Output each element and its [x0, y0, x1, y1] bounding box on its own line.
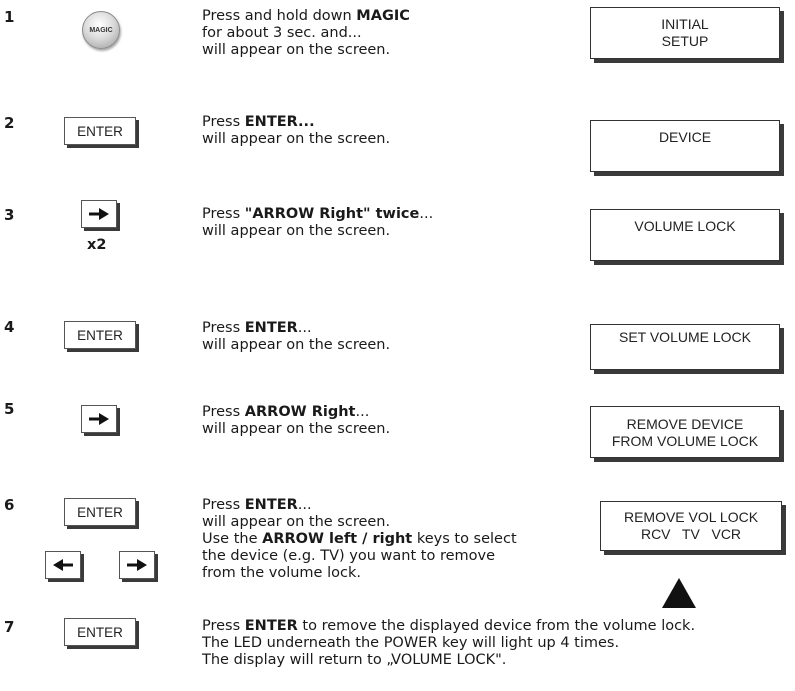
- instruction-line: the device (e.g. TV) you want to remove: [202, 548, 496, 564]
- arrow-right-button[interactable]: [81, 200, 117, 228]
- display-line: REMOVE VOL LOCK: [623, 509, 759, 525]
- text-segment: ...: [297, 320, 312, 336]
- instruction-line: Press and hold down MAGIC: [202, 8, 410, 25]
- display-line: VOLUME LOCK: [634, 218, 736, 234]
- step-number: 2: [4, 114, 15, 132]
- text-segment: Press: [202, 320, 245, 336]
- text-segment: Press and hold down: [202, 8, 357, 24]
- display-line: DEVICE: [658, 129, 712, 145]
- magic-button[interactable]: MAGIC: [82, 11, 120, 49]
- instruction-line: Press ENTER...: [202, 114, 390, 131]
- arrow-left-icon: [53, 559, 73, 571]
- instruction-line: will appear on the screen.: [202, 223, 391, 239]
- step-number: 6: [4, 496, 15, 514]
- step-number: 3: [4, 206, 15, 224]
- display-line: FROM VOLUME LOCK: [611, 433, 759, 449]
- step-instruction: Press ENTER to remove the displayed devi…: [202, 618, 695, 669]
- screen-display: REMOVE VOL LOCK RCV TV VCR: [600, 501, 782, 551]
- step-instruction: Press ARROW Right... will appear on the …: [202, 404, 390, 438]
- step-instruction: Press ENTER... will appear on the screen…: [202, 114, 390, 148]
- display-line: SETUP: [661, 33, 709, 49]
- step-instruction: Press and hold down MAGIC for about 3 se…: [202, 8, 410, 59]
- step-number: 1: [4, 8, 15, 26]
- text-segment: Press: [202, 114, 245, 130]
- bold-text: MAGIC: [356, 8, 410, 24]
- screen-display: SET VOLUME LOCK: [590, 324, 780, 370]
- arrow-left-button[interactable]: [45, 551, 81, 579]
- instruction-line: for about 3 sec. and...: [202, 25, 362, 41]
- screen-display: REMOVE DEVICE FROM VOLUME LOCK: [590, 406, 780, 458]
- enter-button[interactable]: ENTER: [64, 618, 136, 646]
- bold-text: ARROW left / right: [262, 531, 413, 547]
- text-segment: ...: [419, 206, 434, 222]
- instruction-line: will appear on the screen.: [202, 421, 391, 437]
- bold-text: ENTER...: [244, 114, 315, 130]
- enter-button[interactable]: ENTER: [64, 321, 136, 349]
- arrow-right-icon: [127, 559, 147, 571]
- instruction-line: Press "ARROW Right" twice...: [202, 206, 433, 223]
- text-segment: Use the: [202, 531, 263, 547]
- instruction-line: will appear on the screen.: [202, 131, 391, 147]
- bold-text: ENTER: [244, 497, 298, 513]
- text-segment: ...: [355, 404, 370, 420]
- text-segment: Press: [202, 404, 245, 420]
- step-instruction: Press ENTER... will appear on the screen…: [202, 497, 517, 582]
- text-segment: Press: [202, 497, 245, 513]
- instruction-line: will appear on the screen.: [202, 337, 391, 353]
- instruction-line: will appear on the screen.: [202, 514, 391, 530]
- display-line: REMOVE DEVICE: [626, 416, 744, 432]
- arrow-right-icon: [89, 413, 109, 425]
- magic-button-label: MAGIC: [89, 26, 113, 34]
- text-segment: keys to select: [412, 531, 517, 547]
- arrow-right-button[interactable]: [119, 551, 155, 579]
- instruction-line: The display will return to „VOLUME LOCK"…: [202, 652, 507, 668]
- instruction-line: The LED underneath the POWER key will li…: [202, 635, 620, 651]
- instruction-line: from the volume lock.: [202, 565, 361, 581]
- bold-text: ARROW Right: [244, 404, 356, 420]
- arrow-right-button[interactable]: [81, 405, 117, 433]
- instruction-line: Press ARROW Right...: [202, 404, 390, 421]
- display-line: SET VOLUME LOCK: [618, 329, 751, 345]
- text-segment: Press: [202, 206, 245, 222]
- screen-display: VOLUME LOCK: [590, 209, 780, 261]
- enter-button[interactable]: ENTER: [64, 498, 136, 526]
- text-segment: ...: [297, 497, 312, 513]
- text-segment: Press: [202, 618, 245, 634]
- display-line: RCV TV VCR: [640, 526, 742, 542]
- step-instruction: Press "ARROW Right" twice... will appear…: [202, 206, 433, 240]
- step-number: 7: [4, 618, 15, 636]
- step-number: 5: [4, 400, 15, 418]
- screen-display: INITIAL SETUP: [590, 7, 780, 59]
- arrow-right-icon: [89, 208, 109, 220]
- instruction-line: Use the ARROW left / right keys to selec…: [202, 531, 517, 548]
- bold-text: ENTER: [244, 618, 298, 634]
- repeat-multiplier: x2: [87, 237, 107, 253]
- triangle-up-icon: [662, 578, 696, 608]
- text-segment: to remove the displayed device from the …: [297, 618, 696, 634]
- instruction-line: will appear on the screen.: [202, 42, 391, 58]
- bold-text: ENTER: [244, 320, 298, 336]
- instruction-line: Press ENTER to remove the displayed devi…: [202, 618, 695, 635]
- step-number: 4: [4, 318, 15, 336]
- enter-button[interactable]: ENTER: [64, 117, 136, 145]
- screen-display: DEVICE: [590, 120, 780, 172]
- step-instruction: Press ENTER... will appear on the screen…: [202, 320, 390, 354]
- bold-text: "ARROW Right" twice: [244, 206, 420, 222]
- instruction-line: Press ENTER...: [202, 320, 390, 337]
- instruction-line: Press ENTER...: [202, 497, 517, 514]
- display-line: INITIAL: [661, 16, 709, 32]
